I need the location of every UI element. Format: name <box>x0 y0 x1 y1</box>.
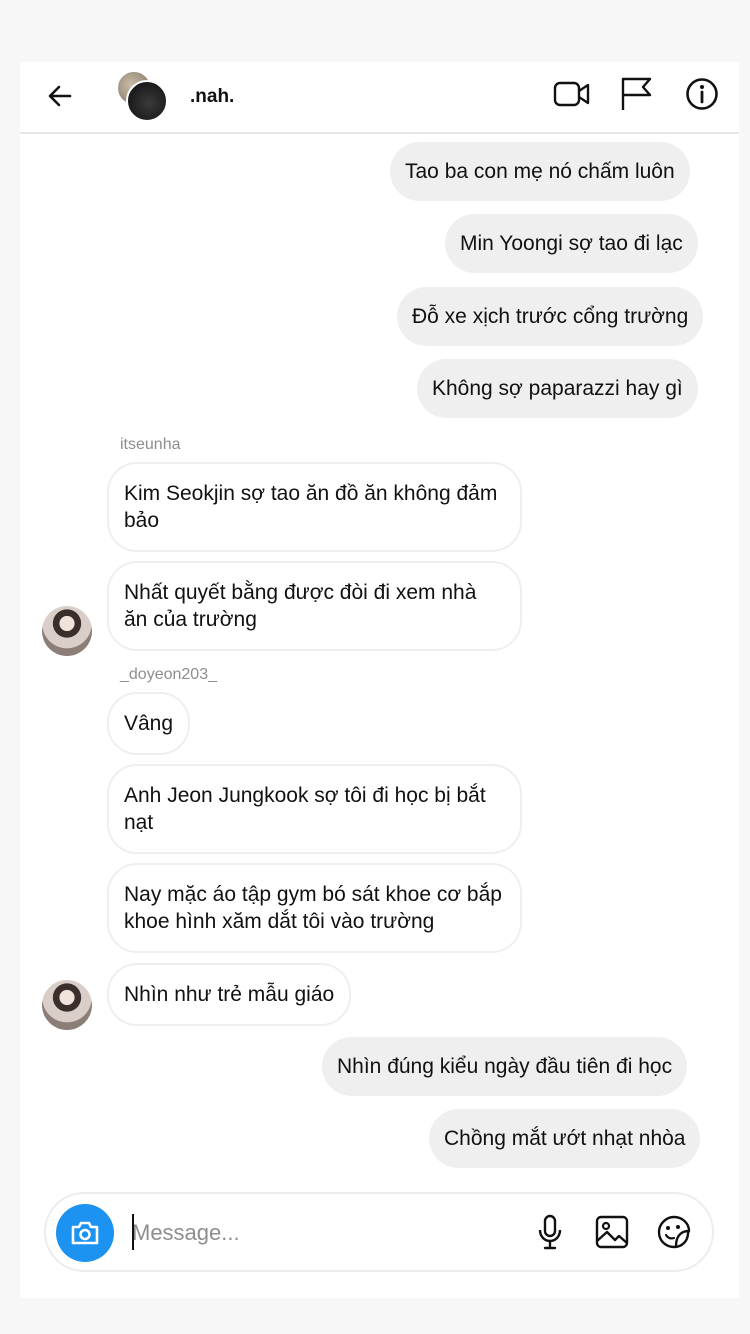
message-composer <box>44 1192 714 1272</box>
sticker-button[interactable] <box>654 1212 694 1252</box>
gallery-icon <box>595 1215 629 1249</box>
flag-icon <box>621 77 652 110</box>
video-call-icon <box>553 81 590 107</box>
microphone-icon <box>538 1214 562 1250</box>
avatar <box>126 80 168 122</box>
message-bubble-received[interactable]: Anh Jeon Jungkook sợ tôi đi học bị bắt n… <box>107 764 522 854</box>
message-bubble-sent[interactable]: Nhìn đúng kiểu ngày đầu tiên đi học <box>322 1037 688 1096</box>
sender-name: _doyeon203_ <box>120 666 217 683</box>
message-bubble-received[interactable]: Nay mặc áo tập gym bó sát khoe cơ bắp kh… <box>107 863 522 953</box>
message-bubble-sent[interactable]: Chồng mắt ướt nhạt nhòa <box>429 1109 701 1168</box>
message-bubble-received[interactable]: Nhất quyết bằng được đòi đi xem nhà ăn c… <box>107 561 522 651</box>
message-bubble-sent[interactable]: Không sợ paparazzi hay gì <box>417 359 698 418</box>
gallery-button[interactable] <box>592 1212 632 1252</box>
message-input[interactable] <box>130 1212 434 1254</box>
video-call-button[interactable] <box>552 74 592 114</box>
report-button[interactable] <box>616 74 656 114</box>
back-button[interactable] <box>40 76 80 116</box>
sticker-icon <box>657 1215 691 1249</box>
chat-header: .nah. <box>20 62 739 134</box>
back-arrow-icon <box>48 85 72 107</box>
info-icon <box>686 78 718 110</box>
sender-name: itseunha <box>120 436 181 453</box>
info-button[interactable] <box>682 74 722 114</box>
sender-avatar[interactable] <box>42 980 92 1030</box>
chat-screen: .nah. Tao ba con mẹ nó chấm luôn Min Yoo… <box>20 62 739 1298</box>
sender-avatar[interactable] <box>42 606 92 656</box>
camera-button[interactable] <box>56 1204 114 1262</box>
voice-message-button[interactable] <box>530 1212 570 1252</box>
message-bubble-sent[interactable]: Đỗ xe xịch trước cổng trường <box>397 287 704 346</box>
chat-title[interactable]: .nah. <box>190 86 234 108</box>
group-avatar[interactable] <box>114 68 170 122</box>
message-bubble-received[interactable]: Nhìn như trẻ mẫu giáo <box>107 963 352 1026</box>
message-bubble-sent[interactable]: Min Yoongi sợ tao đi lạc <box>445 214 698 273</box>
message-bubble-sent[interactable]: Tao ba con mẹ nó chấm luôn <box>390 142 690 201</box>
message-bubble-received[interactable]: Vâng <box>107 692 191 755</box>
text-cursor <box>132 1214 134 1250</box>
message-bubble-received[interactable]: Kim Seokjin sợ tao ăn đồ ăn không đảm bả… <box>107 462 522 552</box>
camera-icon <box>71 1221 99 1245</box>
